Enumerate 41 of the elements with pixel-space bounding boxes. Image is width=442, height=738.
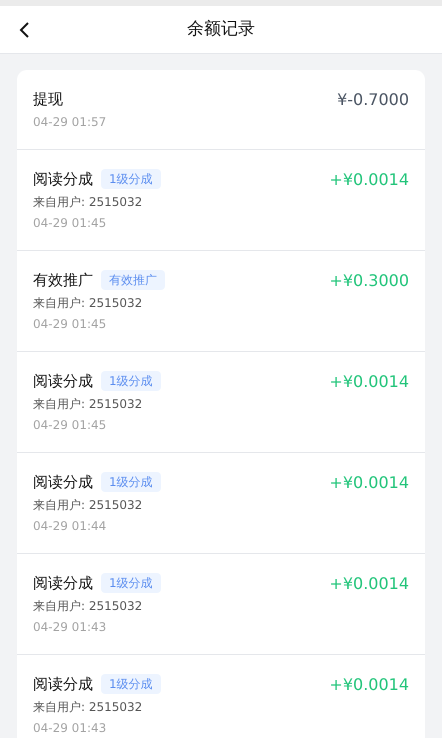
record-item[interactable]: 阅读分成 1级分成 来自用户: 2515032 04-29 01:43 +¥0.0014 [17, 554, 425, 655]
record-item[interactable]: 阅读分成 1级分成 来自用户: 2515032 04-29 01:45 +¥0.0014 [17, 352, 425, 453]
record-item[interactable]: 有效推广 有效推广 来自用户: 2515032 04-29 01:45 +¥0.3000 [17, 251, 425, 352]
record-time: 04-29 01:44 [33, 518, 108, 535]
record-amount: ¥-0.7000 [337, 89, 409, 110]
record-title: 提现 [33, 88, 63, 110]
record-item[interactable]: 阅读分成 1级分成 来自用户: 2515032 04-29 01:44 +¥0.0014 [17, 453, 425, 554]
record-item[interactable]: 阅读分成 1级分成 来自用户: 2515032 04-29 01:43 +¥0.0014 [17, 655, 425, 738]
source-user: 来自用户: 2515032 [33, 194, 144, 211]
record-amount: +¥0.0014 [329, 472, 409, 493]
record-tag: 1级分成 [101, 674, 161, 694]
source-user: 来自用户: 2515032 [33, 396, 144, 413]
source-user: 来自用户: 2515032 [33, 295, 144, 312]
record-time: 04-29 01:57 [33, 114, 106, 131]
record-tag: 1级分成 [101, 472, 161, 492]
record-time: 04-29 01:45 [33, 215, 108, 232]
source-user: 来自用户: 2515032 [33, 598, 144, 615]
record-tag: 1级分成 [101, 371, 161, 391]
record-title: 阅读分成 [33, 370, 93, 392]
record-title: 阅读分成 [33, 674, 93, 695]
record-title: 阅读分成 [33, 472, 93, 493]
record-item[interactable]: 阅读分成 1级分成 来自用户: 2515032 04-29 01:45 +¥0.0014 [17, 150, 425, 251]
source-user: 来自用户: 2515032 [33, 497, 144, 514]
record-time: 04-29 01:43 [33, 720, 108, 737]
record-title: 阅读分成 [33, 168, 93, 190]
record-time: 04-29 01:45 [33, 417, 108, 434]
record-amount: +¥0.0014 [329, 674, 409, 695]
record-time: 04-29 01:43 [33, 619, 108, 636]
record-item[interactable]: 提现 04-29 01:57 ¥-0.7000 [17, 70, 425, 150]
record-title: 阅读分成 [33, 572, 93, 594]
record-amount: +¥0.3000 [329, 270, 409, 291]
record-amount: +¥0.0014 [329, 573, 409, 594]
record-tag: 1级分成 [101, 573, 161, 593]
page-title: 余额记录 [187, 18, 255, 41]
record-tag: 有效推广 [101, 270, 165, 290]
record-time: 04-29 01:45 [33, 316, 108, 333]
record-tag: 1级分成 [101, 169, 161, 189]
source-user: 来自用户: 2515032 [33, 699, 144, 716]
record-amount: +¥0.0014 [329, 169, 409, 190]
record-title: 有效推广 [33, 270, 93, 291]
record-amount: +¥0.0014 [329, 371, 409, 392]
